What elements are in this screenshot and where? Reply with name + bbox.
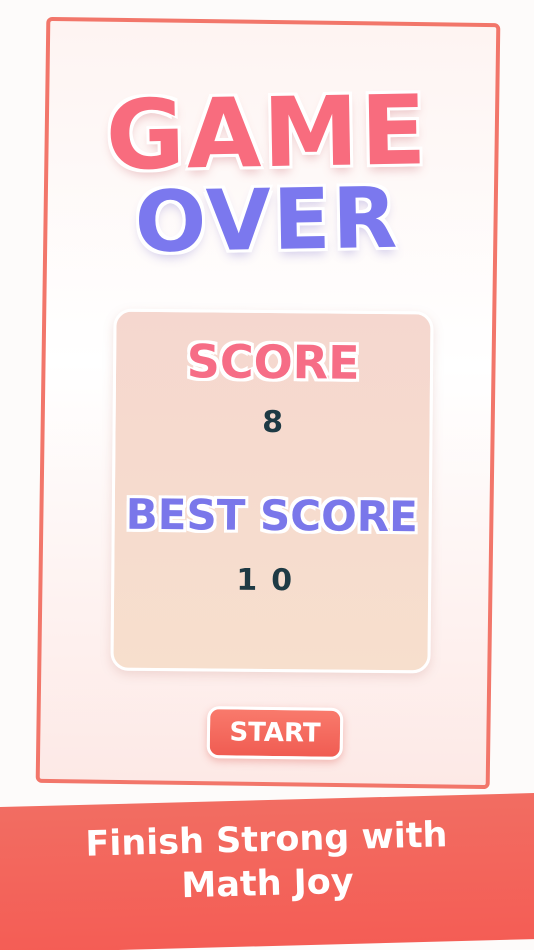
best-score-value: 10 — [236, 562, 307, 599]
score-value: 8 — [262, 404, 284, 441]
start-button[interactable]: START — [206, 706, 344, 760]
game-over-screen: GAME OVER SCORE 8 BEST SCORE 10 START Fi… — [0, 0, 534, 950]
promo-banner-text: Finish Strong with Math Joy — [0, 811, 534, 913]
score-label: SCORE — [186, 334, 360, 390]
best-score-label: BEST SCORE — [125, 489, 419, 542]
title-over: OVER — [134, 168, 400, 272]
score-card: SCORE 8 BEST SCORE 10 — [110, 308, 434, 674]
